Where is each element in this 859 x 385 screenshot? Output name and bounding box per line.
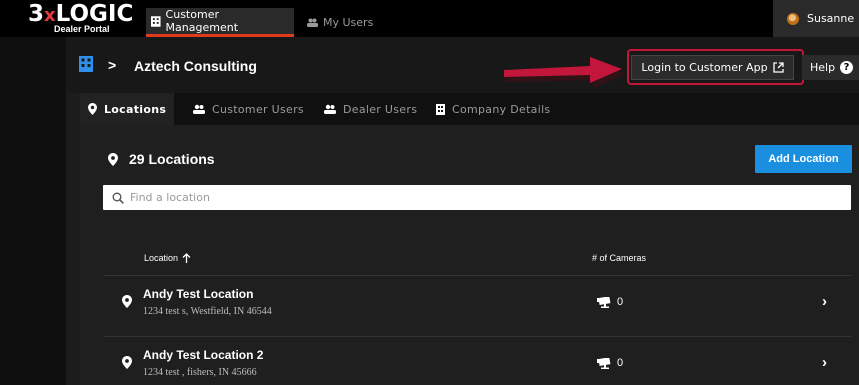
login-button-label: Login to Customer App [641, 61, 768, 74]
column-header-cameras: # of Cameras [592, 253, 647, 263]
tab-label: Locations [104, 102, 167, 116]
camera-icon [597, 296, 611, 308]
customer-header: > Aztech Consulting Login to Customer Ap… [66, 37, 859, 93]
sort-ascending-icon [182, 253, 191, 263]
tab-customer-users[interactable]: Customer Users [193, 93, 304, 125]
user-name: Susanne [807, 12, 855, 25]
customer-tabs: Locations Customer Users Dealer Users Co… [80, 93, 859, 125]
nav-tab-label: My Users [323, 16, 374, 29]
tab-company-details[interactable]: Company Details [436, 93, 550, 125]
sidebar [0, 37, 66, 385]
tab-label: Dealer Users [343, 102, 418, 116]
help-icon: ? [840, 61, 854, 74]
tab-locations[interactable]: Locations [80, 93, 175, 125]
users-icon [193, 104, 205, 114]
nav-tab-customer-management[interactable]: Customer Management [146, 8, 294, 37]
help-label: Help [810, 61, 836, 74]
camera-count-value: 0 [617, 357, 624, 369]
search-input[interactable] [130, 191, 830, 204]
breadcrumb-separator: > [108, 57, 117, 73]
users-icon [324, 104, 336, 114]
table-row[interactable]: Andy Test Location 2 1234 test , fishers… [104, 337, 852, 385]
camera-count-value: 0 [617, 296, 624, 308]
locations-panel: 29 Locations Add Location Location # of … [80, 125, 859, 385]
search-icon [112, 192, 124, 204]
add-location-button[interactable]: Add Location [755, 145, 852, 173]
camera-count: 0 [597, 357, 623, 369]
user-menu[interactable]: Susanne [773, 0, 859, 37]
location-address: 1234 test s, Westfield, IN 46544 [143, 306, 272, 317]
building-icon [436, 103, 445, 115]
login-to-customer-app-button[interactable]: Login to Customer App [631, 55, 794, 80]
nav-tab-my-users[interactable]: My Users [302, 8, 378, 37]
annotation-arrow-icon [504, 57, 626, 88]
location-pin-icon [122, 295, 132, 308]
location-name: Andy Test Location 2 [143, 348, 264, 362]
help-button[interactable]: Help ? [802, 55, 859, 80]
users-icon [307, 18, 318, 27]
table-row[interactable]: Andy Test Location 1234 test s, Westfiel… [104, 276, 852, 324]
tab-label: Company Details [452, 102, 551, 116]
logo[interactable]: 3xLOGIC Dealer Portal [28, 2, 143, 37]
logo-subtitle: Dealer Portal [54, 24, 110, 34]
location-pin-icon [88, 103, 97, 115]
tab-dealer-users[interactable]: Dealer Users [324, 93, 417, 125]
page-title: Aztech Consulting [134, 58, 257, 74]
locations-count: 29 Locations [129, 151, 215, 167]
building-icon[interactable] [79, 56, 93, 72]
location-pin-icon [122, 356, 132, 369]
avatar [787, 12, 799, 25]
nav-tab-label: Customer Management [165, 8, 239, 34]
external-link-icon [772, 62, 784, 73]
top-bar: 3xLOGIC Dealer Portal Customer Managemen… [0, 0, 859, 37]
camera-icon [597, 357, 611, 369]
tab-label: Customer Users [212, 102, 304, 116]
column-header-location[interactable]: Location [144, 253, 191, 263]
camera-count: 0 [597, 296, 623, 308]
location-address: 1234 test , fishers, IN 45666 [143, 367, 257, 378]
chevron-right-icon[interactable]: › [822, 354, 827, 371]
chevron-right-icon[interactable]: › [822, 293, 827, 310]
location-name: Andy Test Location [143, 287, 254, 301]
building-icon [151, 15, 161, 27]
column-header-label: Location [144, 253, 179, 263]
search-box[interactable] [103, 185, 851, 210]
location-pin-icon [108, 153, 118, 166]
